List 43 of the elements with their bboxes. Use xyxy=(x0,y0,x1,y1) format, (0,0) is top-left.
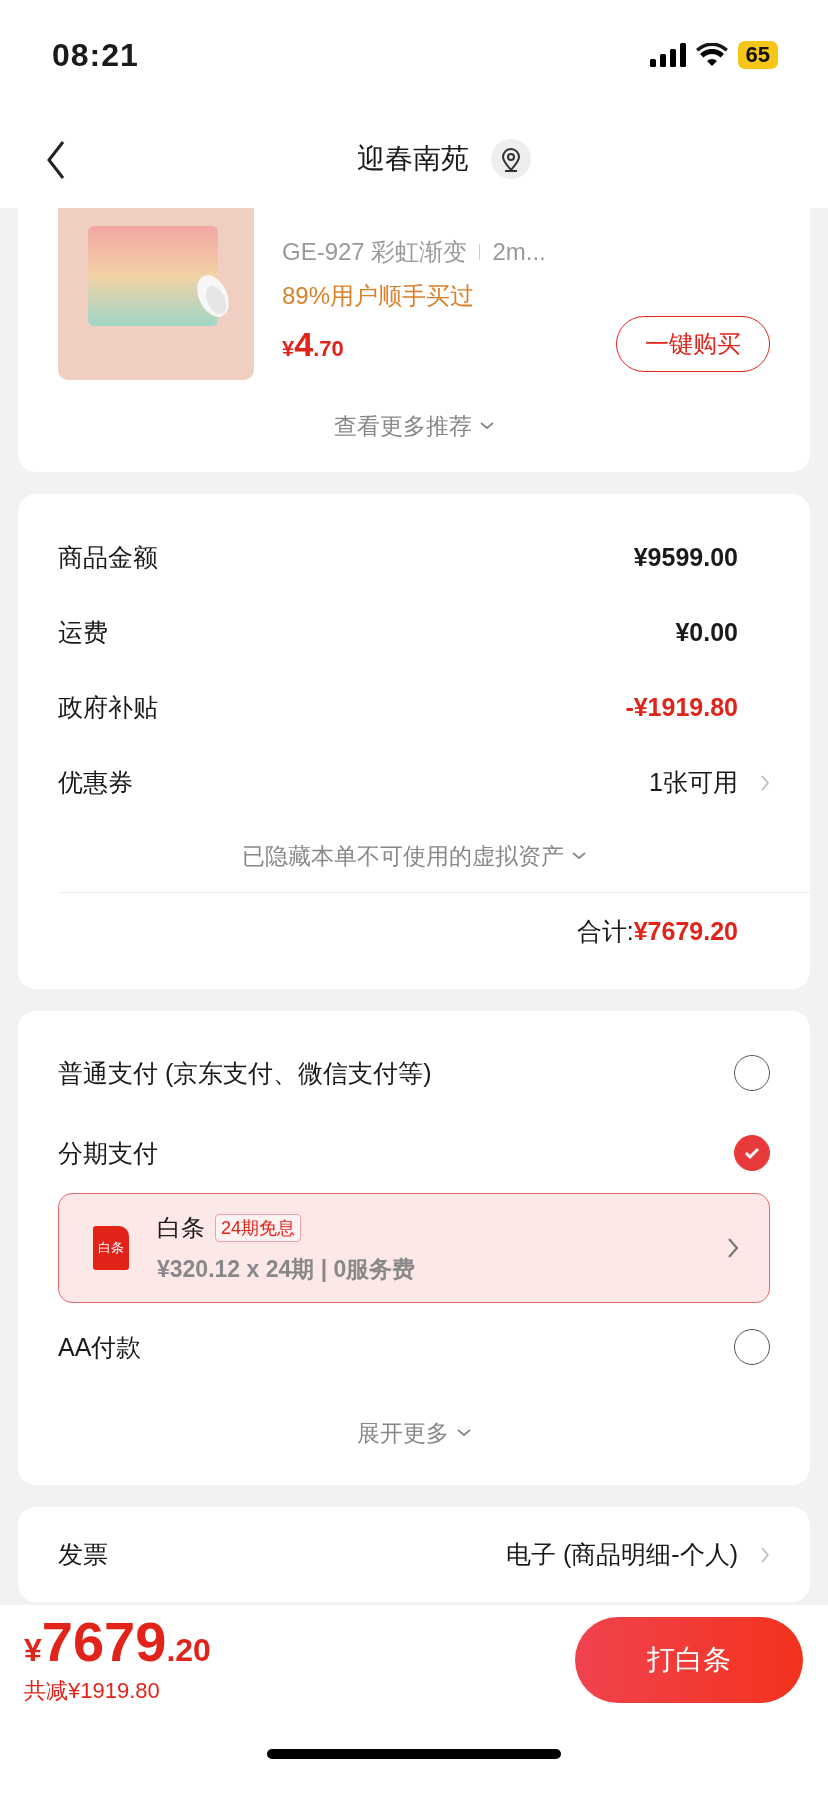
pay-button[interactable]: 打白条 xyxy=(575,1617,803,1703)
row-label: 优惠券 xyxy=(58,767,133,798)
product-spec: 2m... xyxy=(492,238,546,266)
chevron-icon xyxy=(727,1237,739,1259)
coupon-link[interactable]: 1张可用 xyxy=(649,766,738,799)
address-title: 迎春南苑 xyxy=(357,142,469,176)
plan-detail: ¥320.12 x 24期 | 0服务费 xyxy=(157,1254,417,1284)
total-label: 合计: xyxy=(576,915,634,947)
row-label: 运费 xyxy=(58,617,108,648)
payment-option[interactable]: 分期支付 xyxy=(58,1136,158,1170)
chevron-down-icon xyxy=(480,422,494,430)
row-label: 商品金额 xyxy=(58,542,158,573)
product-spec: GE-927 彩虹渐变 xyxy=(282,237,468,267)
row-label: 政府补贴 xyxy=(58,692,158,723)
buy-now-button[interactable]: 一键购买 xyxy=(616,316,770,372)
installment-plan-card[interactable]: 白条 白条 24期免息 ¥320.12 x 24期 | 0服务费 xyxy=(58,1193,770,1303)
expand-more-link[interactable]: 展开更多 xyxy=(357,1387,471,1479)
status-time: 08:21 xyxy=(52,36,139,74)
more-recommendations-link[interactable]: 查看更多推荐 xyxy=(334,380,494,472)
total-price: ¥7679.20 xyxy=(24,1614,211,1670)
chevron-down-icon xyxy=(457,1429,471,1437)
row-value: -¥1919.80 xyxy=(625,693,738,722)
signal-icon xyxy=(649,43,686,67)
baitiao-logo-icon: 白条 xyxy=(93,1226,129,1270)
radio-button[interactable] xyxy=(734,1135,770,1171)
product-price: ¥4.70 xyxy=(282,324,344,364)
hidden-assets-toggle[interactable]: 已隐藏本单不可使用的虚拟资产 xyxy=(242,820,586,892)
location-icon[interactable] xyxy=(491,139,531,179)
row-value: ¥9599.00 xyxy=(633,543,738,572)
purchase-rate: 89%用户顺手买过 xyxy=(282,281,476,311)
savings-text: 共减¥1919.80 xyxy=(24,1677,161,1705)
wifi-icon xyxy=(695,43,728,67)
row-value: ¥0.00 xyxy=(675,618,738,647)
plan-name: 白条 xyxy=(157,1212,205,1243)
battery-icon: 65 xyxy=(737,41,778,69)
back-icon[interactable] xyxy=(46,140,66,180)
chevron-down-icon xyxy=(572,852,586,860)
invoice-value[interactable]: 电子 (商品明细-个人) xyxy=(506,1538,738,1571)
payment-option[interactable]: 普通支付 (京东支付、微信支付等) xyxy=(58,1056,432,1090)
payment-option[interactable]: AA付款 xyxy=(58,1330,142,1364)
row-label: 发票 xyxy=(58,1539,108,1570)
total-value: ¥7679.20 xyxy=(633,916,738,946)
interest-free-tag: 24期免息 xyxy=(215,1213,302,1242)
